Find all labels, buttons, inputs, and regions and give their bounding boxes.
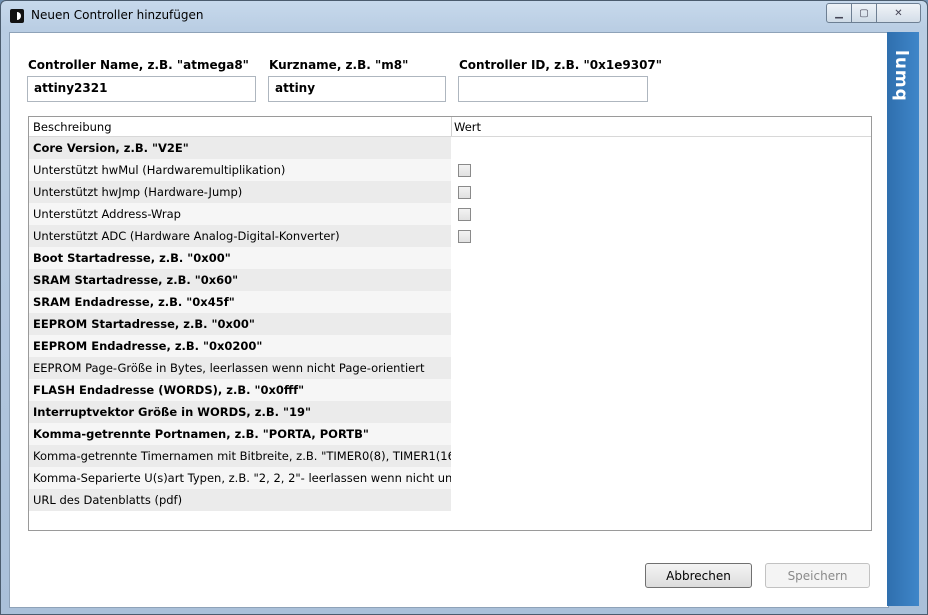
window-title: Neuen Controller hinzufügen xyxy=(31,8,204,22)
table-row[interactable]: FLASH Endadresse (WORDS), z.B. "0x0fff" xyxy=(29,379,871,401)
brand-logo: lumq xyxy=(891,50,911,102)
value-checkbox[interactable] xyxy=(458,208,471,221)
row-description: Komma-Separierte U(s)art Typen, z.B. "2,… xyxy=(29,467,451,489)
row-description: Komma-getrennte Timernamen mit Bitbreite… xyxy=(29,445,451,467)
row-description: EEPROM Startadresse, z.B. "0x00" xyxy=(29,313,451,335)
row-description: Unterstützt hwJmp (Hardware-Jump) xyxy=(29,181,451,203)
value-checkbox[interactable] xyxy=(458,230,471,243)
row-description: SRAM Endadresse, z.B. "0x45f" xyxy=(29,291,451,313)
table-row[interactable]: Unterstützt hwMul (Hardwaremultiplikatio… xyxy=(29,159,871,181)
table-row[interactable]: SRAM Endadresse, z.B. "0x45f" xyxy=(29,291,871,313)
close-icon: ✕ xyxy=(894,7,903,19)
short-name-input[interactable]: attiny xyxy=(268,76,446,102)
save-button[interactable]: Speichern xyxy=(765,563,870,588)
table-body: Core Version, z.B. "V2E" Unterstützt hwMu… xyxy=(29,137,871,511)
value-checkbox[interactable] xyxy=(458,164,471,177)
cancel-button[interactable]: Abbrechen xyxy=(645,563,752,588)
properties-table: Beschreibung Wert Core Version, z.B. "V2… xyxy=(28,116,872,531)
row-description: Unterstützt Address-Wrap xyxy=(29,203,451,225)
controller-id-label: Controller ID, z.B. "0x1e9307" xyxy=(459,58,663,72)
table-row[interactable]: Unterstützt Address-Wrap xyxy=(29,203,871,225)
column-divider[interactable] xyxy=(451,117,452,136)
table-row[interactable]: Unterstützt ADC (Hardware Analog-Digital… xyxy=(29,225,871,247)
table-row[interactable]: Core Version, z.B. "V2E" xyxy=(29,137,871,159)
row-description: SRAM Startadresse, z.B. "0x60" xyxy=(29,269,451,291)
controller-name-label: Controller Name, z.B. "atmega8" xyxy=(28,58,249,72)
row-description: EEPROM Page-Größe in Bytes, leerlassen w… xyxy=(29,357,451,379)
title-bar[interactable]: Neuen Controller hinzufügen ▁ ▢ ✕ xyxy=(1,1,927,31)
maximize-icon: ▢ xyxy=(859,7,869,19)
maximize-button[interactable]: ▢ xyxy=(852,3,877,23)
side-branding-strip: lumq xyxy=(887,32,919,606)
table-row[interactable]: SRAM Startadresse, z.B. "0x60" xyxy=(29,269,871,291)
table-row[interactable]: EEPROM Endadresse, z.B. "0x0200" xyxy=(29,335,871,357)
table-row[interactable]: Komma-Separierte U(s)art Typen, z.B. "2,… xyxy=(29,467,871,489)
row-description: Boot Startadresse, z.B. "0x00" xyxy=(29,247,451,269)
dialog-content: Controller Name, z.B. "atmega8" attiny23… xyxy=(9,32,889,608)
table-row[interactable]: URL des Datenblatts (pdf) xyxy=(29,489,871,511)
row-description: Unterstützt hwMul (Hardwaremultiplikatio… xyxy=(29,159,451,181)
window-controls: ▁ ▢ ✕ xyxy=(826,3,921,23)
controller-name-input[interactable]: attiny2321 xyxy=(27,76,256,102)
app-icon xyxy=(10,9,24,23)
row-description: Unterstützt ADC (Hardware Analog-Digital… xyxy=(29,225,451,247)
row-description: Komma-getrennte Portnamen, z.B. "PORTA, … xyxy=(29,423,451,445)
table-row[interactable]: Interruptvektor Größe in WORDS, z.B. "19… xyxy=(29,401,871,423)
row-description: URL des Datenblatts (pdf) xyxy=(29,489,451,511)
controller-id-input[interactable] xyxy=(458,76,648,102)
row-description: Core Version, z.B. "V2E" xyxy=(29,137,451,159)
close-button[interactable]: ✕ xyxy=(877,3,921,23)
header-description[interactable]: Beschreibung xyxy=(33,120,112,134)
minimize-icon: ▁ xyxy=(835,7,843,19)
row-description: Interruptvektor Größe in WORDS, z.B. "19… xyxy=(29,401,451,423)
table-row[interactable]: EEPROM Page-Größe in Bytes, leerlassen w… xyxy=(29,357,871,379)
dialog-window: Neuen Controller hinzufügen ▁ ▢ ✕ Contro… xyxy=(0,0,928,615)
table-row[interactable]: Komma-getrennte Timernamen mit Bitbreite… xyxy=(29,445,871,467)
value-checkbox[interactable] xyxy=(458,186,471,199)
short-name-label: Kurzname, z.B. "m8" xyxy=(269,58,409,72)
row-description: FLASH Endadresse (WORDS), z.B. "0x0fff" xyxy=(29,379,451,401)
table-row[interactable]: Unterstützt hwJmp (Hardware-Jump) xyxy=(29,181,871,203)
table-row[interactable]: EEPROM Startadresse, z.B. "0x00" xyxy=(29,313,871,335)
table-header: Beschreibung Wert xyxy=(29,117,871,137)
header-value[interactable]: Wert xyxy=(454,120,481,134)
row-description: EEPROM Endadresse, z.B. "0x0200" xyxy=(29,335,451,357)
table-row[interactable]: Boot Startadresse, z.B. "0x00" xyxy=(29,247,871,269)
minimize-button[interactable]: ▁ xyxy=(826,3,852,23)
table-row[interactable]: Komma-getrennte Portnamen, z.B. "PORTA, … xyxy=(29,423,871,445)
